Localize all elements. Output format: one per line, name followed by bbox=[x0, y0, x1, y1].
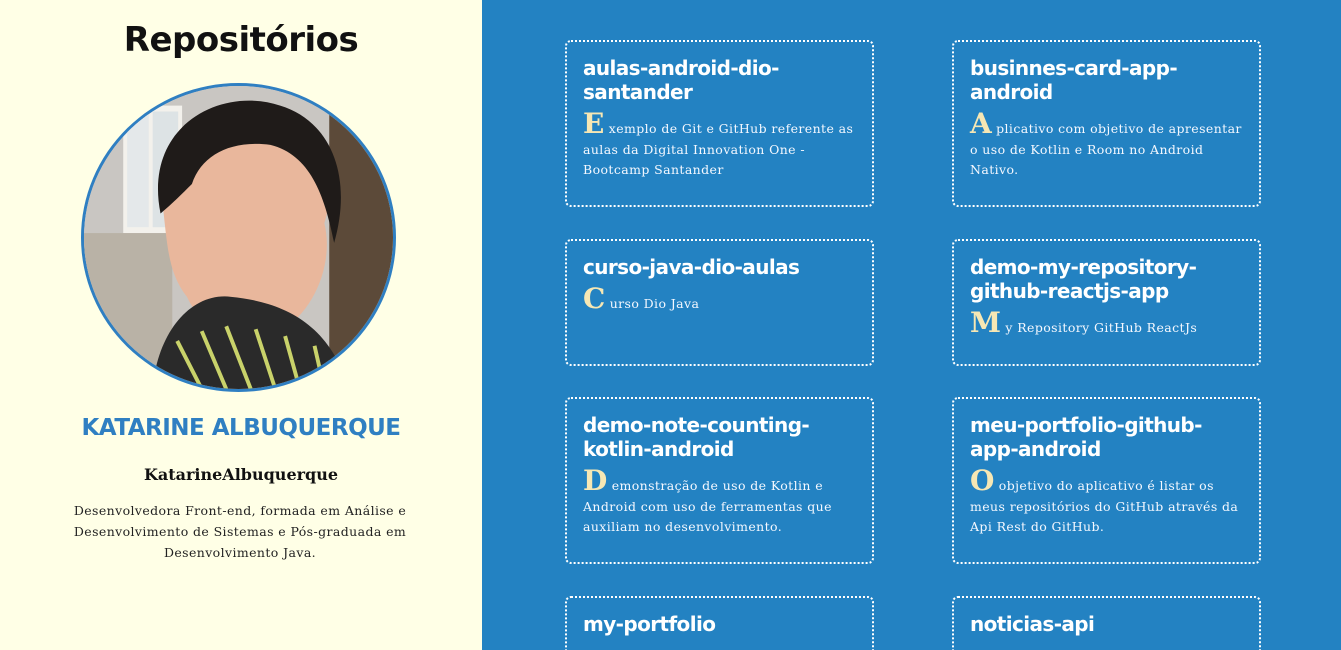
drop-cap: M bbox=[970, 306, 1002, 339]
repo-description: Exemplo de Git e GitHub referente as aul… bbox=[583, 110, 856, 181]
repo-title-link[interactable]: businnes-card-app-android bbox=[970, 56, 1243, 104]
profile-sidebar: Repositórios KATARINE ALBUQUERQUE Katari… bbox=[0, 0, 482, 650]
repo-description: Demonstração de uso de Kotlin e Android … bbox=[583, 467, 856, 538]
drop-cap: C bbox=[583, 282, 606, 315]
repo-description: Curso Dio Java bbox=[583, 285, 856, 315]
repo-title-link[interactable]: noticias-api bbox=[970, 612, 1243, 636]
repo-card[interactable]: demo-note-counting-kotlin-android Demons… bbox=[565, 397, 874, 564]
repo-title-link[interactable]: meu-portfolio-github-app-android bbox=[970, 413, 1243, 461]
user-bio: Desenvolvedora Front-end, formada em Aná… bbox=[73, 503, 407, 560]
repo-title-link[interactable]: aulas-android-dio-santander bbox=[583, 56, 856, 104]
repo-card[interactable]: businnes-card-app-android Aplicativo com… bbox=[952, 40, 1261, 207]
repo-description-text: urso Dio Java bbox=[609, 296, 700, 311]
drop-cap: D bbox=[583, 464, 608, 497]
repo-card[interactable]: demo-my-repository-github-reactjs-app My… bbox=[952, 239, 1261, 366]
repo-description-text: emonstração de uso de Kotlin e Android c… bbox=[583, 478, 832, 534]
repo-title-link[interactable]: curso-java-dio-aulas bbox=[583, 255, 856, 279]
drop-cap: E bbox=[583, 107, 605, 140]
profile-photo-icon bbox=[84, 86, 393, 389]
repo-card[interactable]: curso-java-dio-aulas Curso Dio Java bbox=[565, 239, 874, 366]
page-title: Repositórios bbox=[123, 20, 359, 60]
repo-card[interactable]: my-portfolio bbox=[565, 596, 874, 650]
avatar bbox=[81, 83, 396, 392]
repo-card[interactable]: aulas-android-dio-santander Exemplo de G… bbox=[565, 40, 874, 207]
repo-title-link[interactable]: demo-my-repository-github-reactjs-app bbox=[970, 255, 1243, 303]
repo-description-text: xemplo de Git e GitHub referente as aula… bbox=[583, 121, 854, 177]
repo-title-link[interactable]: demo-note-counting-kotlin-android bbox=[583, 413, 856, 461]
repo-description-text: objetivo do aplicativo é listar os meus … bbox=[970, 478, 1239, 534]
repo-description: My Repository GitHub ReactJs bbox=[970, 309, 1243, 339]
repo-description-text: y Repository GitHub ReactJs bbox=[1005, 320, 1198, 335]
repo-card[interactable]: meu-portfolio-github-app-android Oobjeti… bbox=[952, 397, 1261, 564]
drop-cap: A bbox=[970, 107, 993, 140]
repo-description: Oobjetivo do aplicativo é listar os meus… bbox=[970, 467, 1243, 538]
user-full-name: KATARINE ALBUQUERQUE bbox=[81, 415, 401, 441]
repository-panel: aulas-android-dio-santander Exemplo de G… bbox=[482, 0, 1341, 650]
user-login: KatarineAlbuquerque bbox=[143, 465, 339, 484]
repo-card[interactable]: noticias-api bbox=[952, 596, 1261, 650]
drop-cap: O bbox=[970, 464, 995, 497]
repo-description-text: plicativo com objetivo de apresentar o u… bbox=[970, 121, 1242, 177]
repo-description: Aplicativo com objetivo de apresentar o … bbox=[970, 110, 1243, 181]
repo-title-link[interactable]: my-portfolio bbox=[583, 612, 856, 636]
